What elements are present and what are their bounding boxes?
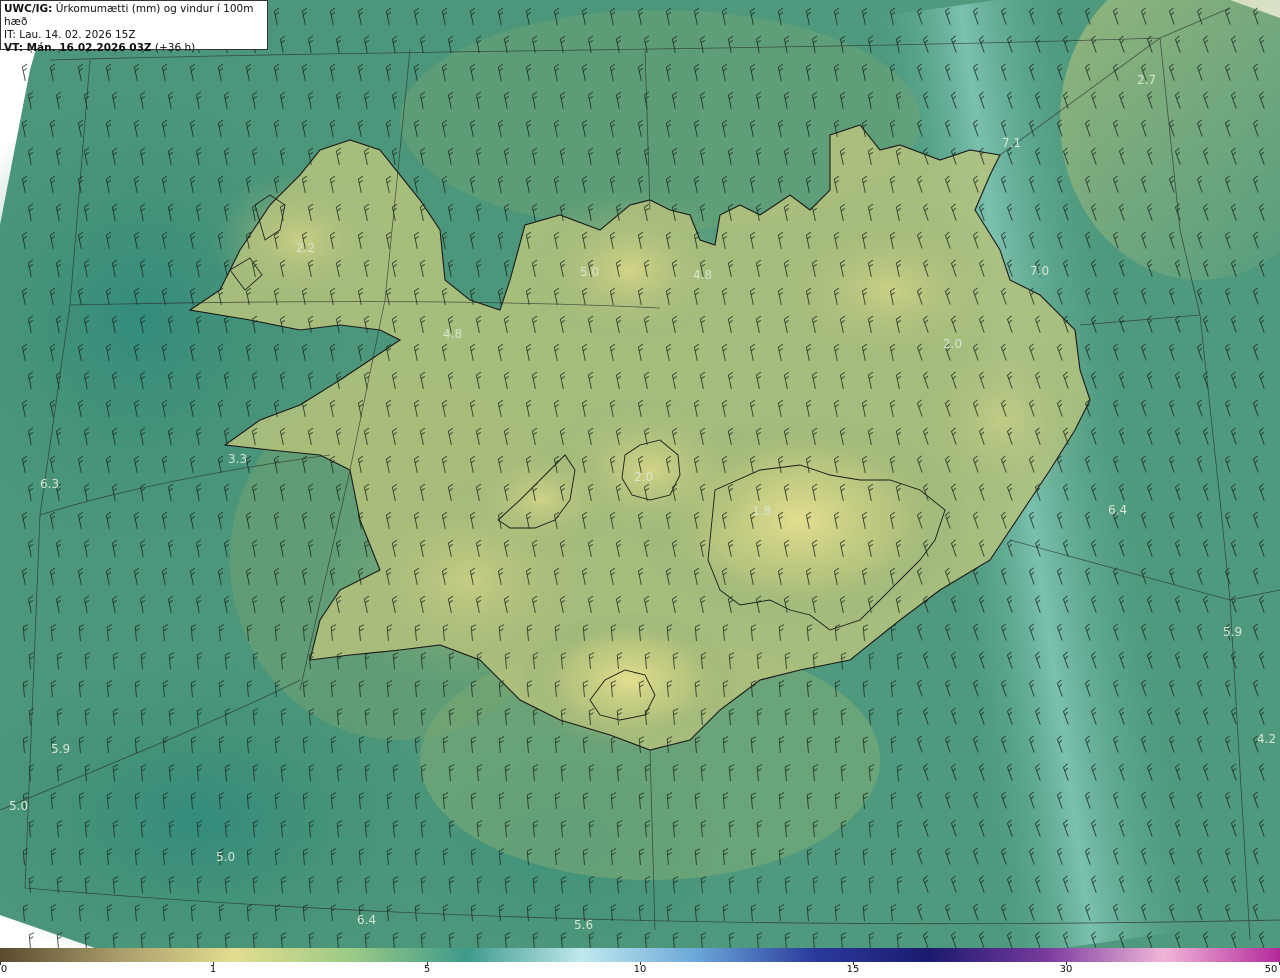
colorbar-tick-label: 10 (633, 964, 647, 975)
contour-label: 5.0 (216, 850, 235, 864)
contour-label: 4.8 (443, 327, 462, 341)
contour-label: 5.0 (9, 799, 28, 813)
colorbar-tick-label: 1 (209, 964, 217, 975)
contour-label: 6.3 (40, 477, 59, 491)
contour-label: 4.8 (693, 268, 712, 282)
colorbar-tick-label: 5 (423, 964, 431, 975)
initial-time: IT: Lau. 14. 02. 2026 15Z (4, 29, 136, 41)
contour-label: 6.4 (1108, 503, 1127, 517)
colorbar-tick-label: 50 (1264, 964, 1278, 975)
contour-label: 2.7 (1137, 73, 1156, 87)
valid-time: VT: Mán. 16.02.2026 03Z (+36 h) (4, 42, 196, 54)
product-title: UWC/IG: Úrkomumætti (mm) og vindur í 100… (4, 3, 254, 28)
contour-label: 2.0 (943, 337, 962, 351)
colorbar-ticks: 0 1 5 10 15 30 50 (0, 962, 1280, 978)
weather-map: 2.7 7.1 2.2 5.0 4.8 7.0 4.8 2.0 3.3 6.3 … (0, 0, 1280, 948)
contour-label: 5.9 (1223, 625, 1242, 639)
contour-label: 2.0 (634, 470, 653, 484)
contour-label: 2.2 (296, 241, 315, 255)
contour-label: 5.6 (574, 918, 593, 932)
map-info-box: UWC/IG: Úrkomumætti (mm) og vindur í 100… (0, 0, 268, 54)
contour-label: 1.8 (752, 504, 771, 518)
colorbar-tick-label: 30 (1059, 964, 1073, 975)
contour-label: 5.9 (51, 742, 70, 756)
precipitation-colorbar (0, 948, 1280, 962)
colorbar-tick-label: 0 (0, 964, 8, 975)
colorbar-tick-label: 15 (846, 964, 860, 975)
contour-label: 5.0 (580, 265, 599, 279)
contour-label: 7.1 (1002, 136, 1021, 150)
contour-label: 6.4 (357, 913, 376, 927)
contour-label: 3.3 (228, 452, 247, 466)
contour-label: 4.2 (1257, 732, 1276, 746)
contour-label: 7.0 (1030, 264, 1049, 278)
